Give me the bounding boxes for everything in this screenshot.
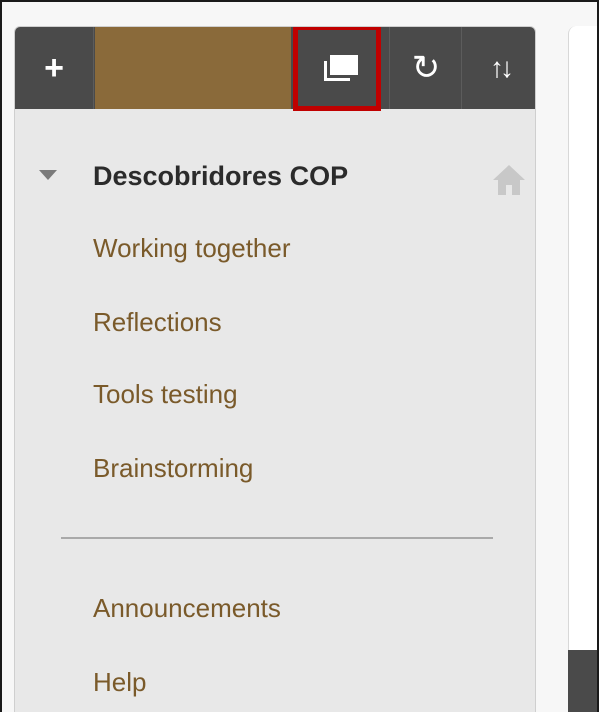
menu-item-reflections[interactable]: Reflections [93, 307, 222, 338]
toolbar-brand-area [95, 27, 291, 109]
refresh-button[interactable]: ↻ [391, 27, 461, 109]
add-menu-item-button[interactable]: + [15, 27, 93, 109]
plus-icon: + [44, 48, 64, 87]
home-icon[interactable] [491, 163, 527, 197]
content-area [568, 26, 597, 712]
menu-item-brainstorming[interactable]: Brainstorming [93, 453, 253, 484]
toolbar-separator [461, 27, 462, 109]
menu-item-help[interactable]: Help [93, 667, 146, 698]
menu-item-working-together[interactable]: Working together [93, 233, 291, 264]
content-footer-bar [568, 650, 597, 712]
toolbar-separator [93, 27, 94, 109]
display-mode-button[interactable] [295, 27, 387, 109]
screenshot-frame: + ↻ ↑↓ Descobridores COP Working togethe… [0, 0, 599, 712]
course-menu-panel: + ↻ ↑↓ Descobridores COP Working togethe… [14, 26, 536, 712]
menu-divider [61, 537, 493, 539]
display-mode-icon [324, 55, 358, 81]
course-menu-toolbar: + ↻ ↑↓ [15, 27, 535, 111]
course-title[interactable]: Descobridores COP [93, 161, 348, 192]
course-title-row[interactable]: Descobridores COP [15, 157, 535, 197]
menu-item-announcements[interactable]: Announcements [93, 593, 281, 624]
refresh-icon: ↻ [411, 49, 441, 87]
toolbar-separator [389, 27, 390, 109]
reorder-button[interactable]: ↑↓ [463, 27, 535, 109]
reorder-icon: ↑↓ [490, 52, 514, 83]
menu-item-tools-testing[interactable]: Tools testing [93, 379, 238, 410]
collapse-triangle-icon[interactable] [39, 170, 57, 180]
